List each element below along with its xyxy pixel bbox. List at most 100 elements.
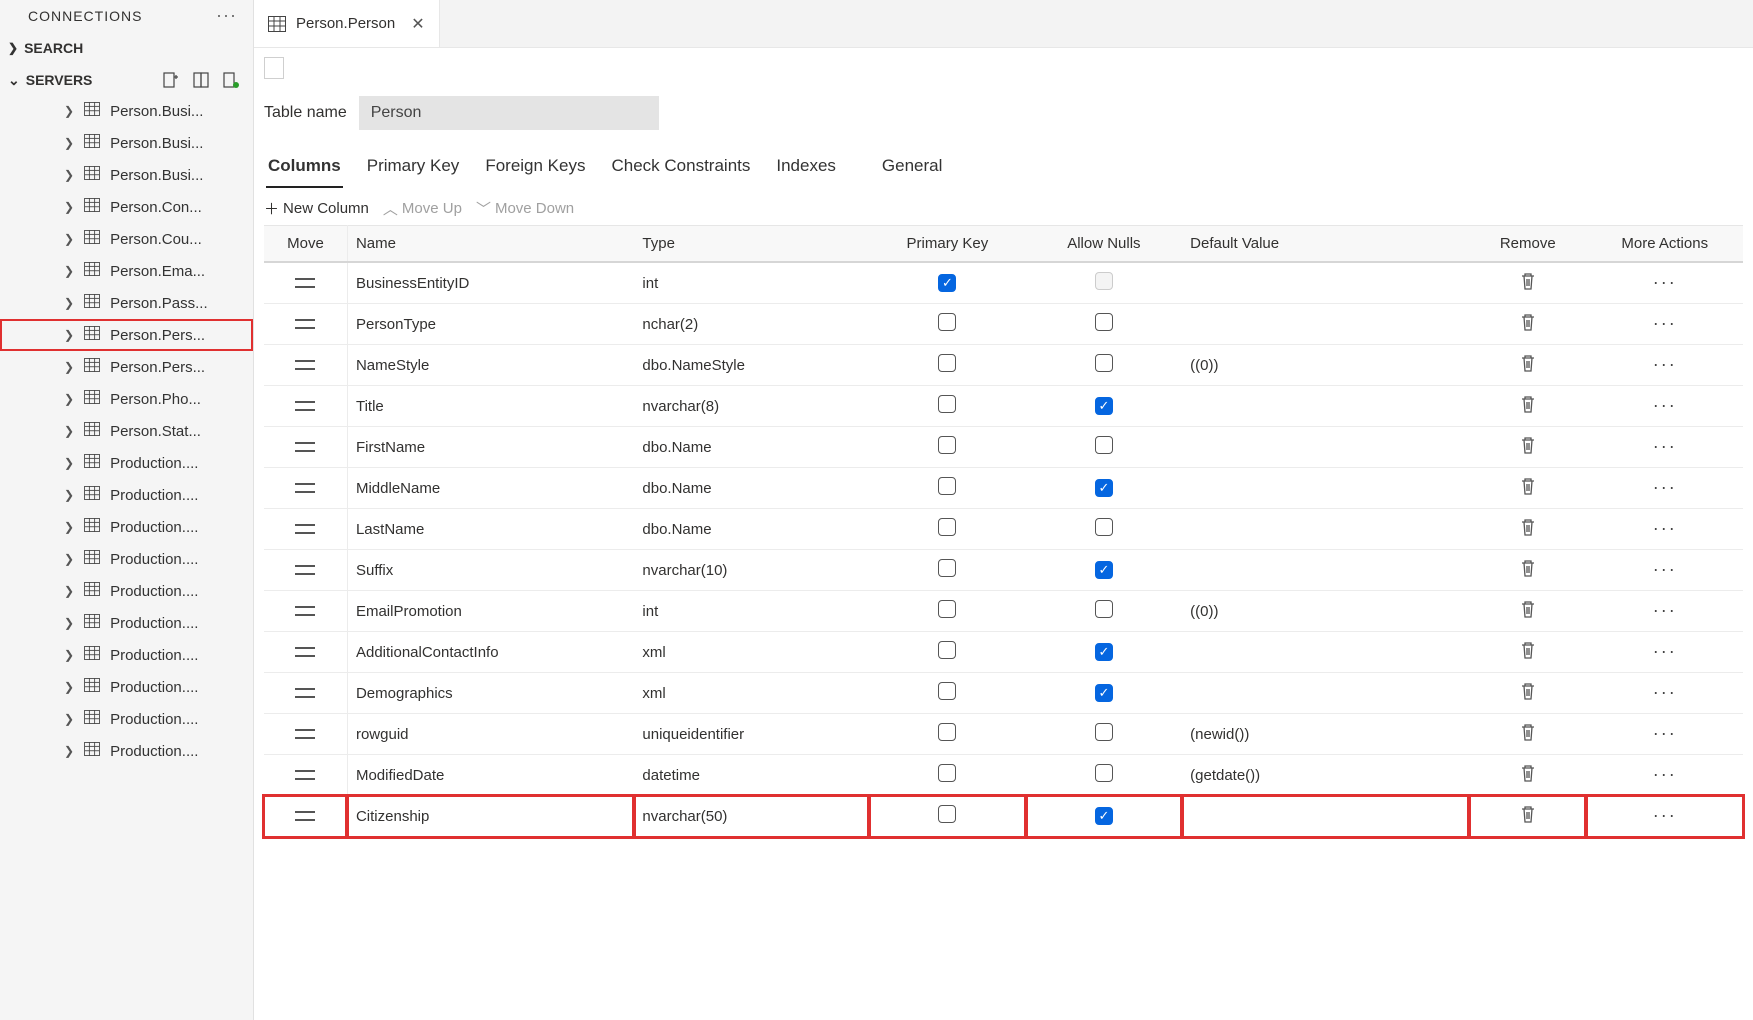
table-row[interactable]: EmailPromotionint((0))··· [264,591,1743,632]
cell-type[interactable]: int [634,591,869,632]
cell-type[interactable]: xml [634,673,869,714]
tree-item[interactable]: ❯Production.... [0,703,253,735]
checkbox[interactable] [938,436,956,454]
cell-default-value[interactable]: ((0)) [1182,345,1469,386]
cell-type[interactable]: dbo.Name [634,509,869,550]
tree-item[interactable]: ❯Production.... [0,575,253,607]
drag-handle-icon[interactable] [295,770,315,780]
cell-default-value[interactable] [1182,509,1469,550]
cell-name[interactable]: AdditionalContactInfo [347,632,634,673]
table-row[interactable]: BusinessEntityIDint✓··· [264,262,1743,304]
cell-default-value[interactable] [1182,427,1469,468]
table-row[interactable]: PersonTypenchar(2)··· [264,304,1743,345]
cell-name[interactable]: PersonType [347,304,634,345]
checkbox[interactable] [1095,272,1113,290]
active-connection-icon[interactable] [223,71,239,89]
cell-default-value[interactable] [1182,632,1469,673]
cell-default-value[interactable]: (newid()) [1182,714,1469,755]
cell-type[interactable]: int [634,262,869,304]
tree-item[interactable]: ❯Production.... [0,735,253,767]
tree-item[interactable]: ❯Person.Busi... [0,127,253,159]
more-actions-icon[interactable]: ··· [1653,805,1677,825]
checkbox[interactable] [1095,518,1113,536]
checkbox[interactable] [938,600,956,618]
cell-name[interactable]: LastName [347,509,634,550]
cell-name[interactable]: FirstName [347,427,634,468]
cell-type[interactable]: nvarchar(10) [634,550,869,591]
more-actions-icon[interactable]: ··· [1653,354,1677,374]
cell-name[interactable]: NameStyle [347,345,634,386]
table-row[interactable]: Demographicsxml✓··· [264,673,1743,714]
checkbox[interactable]: ✓ [938,274,956,292]
more-actions-icon[interactable]: ··· [1653,436,1677,456]
tree-item[interactable]: ❯Person.Pers... [0,351,253,383]
checkbox[interactable] [938,764,956,782]
tab-foreign-keys[interactable]: Foreign Keys [483,152,587,188]
trash-icon[interactable] [1519,811,1537,828]
close-icon[interactable]: ✕ [405,14,424,34]
cell-name[interactable]: rowguid [347,714,634,755]
tree-item[interactable]: ❯Person.Cou... [0,223,253,255]
checkbox[interactable]: ✓ [1095,807,1113,825]
drag-handle-icon[interactable] [295,606,315,616]
tree-item[interactable]: ❯Person.Pho... [0,383,253,415]
cell-type[interactable]: xml [634,632,869,673]
tab-primary-key[interactable]: Primary Key [365,152,462,188]
checkbox[interactable] [938,723,956,741]
more-actions-icon[interactable]: ··· [1653,559,1677,579]
table-row[interactable]: AdditionalContactInfoxml✓··· [264,632,1743,673]
cell-type[interactable]: nvarchar(50) [634,796,869,837]
checkbox[interactable] [938,805,956,823]
checkbox[interactable]: ✓ [1095,397,1113,415]
trash-icon[interactable] [1519,319,1537,336]
trash-icon[interactable] [1519,401,1537,418]
search-section[interactable]: ❯ SEARCH [0,31,253,65]
table-row[interactable]: FirstNamedbo.Name··· [264,427,1743,468]
checkbox[interactable] [938,518,956,536]
drag-handle-icon[interactable] [295,319,315,329]
tree-item[interactable]: ❯Production.... [0,607,253,639]
trash-icon[interactable] [1519,770,1537,787]
table-row[interactable]: MiddleNamedbo.Name✓··· [264,468,1743,509]
cell-default-value[interactable] [1182,796,1469,837]
new-column-button[interactable]: ＋ New Column [264,198,369,219]
trash-icon[interactable] [1519,360,1537,377]
table-name-input[interactable] [359,96,659,130]
more-actions-icon[interactable]: ··· [1653,641,1677,661]
cell-name[interactable]: MiddleName [347,468,634,509]
tree-item[interactable]: ❯Production.... [0,447,253,479]
checkbox[interactable] [938,682,956,700]
drag-handle-icon[interactable] [295,483,315,493]
table-row[interactable]: LastNamedbo.Name··· [264,509,1743,550]
checkbox[interactable] [1095,313,1113,331]
tree-item[interactable]: ❯Person.Stat... [0,415,253,447]
drag-handle-icon[interactable] [295,278,315,288]
connections-more-icon[interactable]: ··· [216,5,237,26]
table-row[interactable]: rowguiduniqueidentifier(newid())··· [264,714,1743,755]
trash-icon[interactable] [1519,524,1537,541]
checkbox[interactable] [938,313,956,331]
tab-indexes[interactable]: Indexes [774,152,838,188]
drag-handle-icon[interactable] [295,360,315,370]
table-row[interactable]: Citizenshipnvarchar(50)✓··· [264,796,1743,837]
cell-default-value[interactable] [1182,673,1469,714]
tab-columns[interactable]: Columns [266,152,343,188]
checkbox[interactable] [1095,764,1113,782]
script-icon[interactable] [264,57,284,79]
cell-type[interactable]: dbo.NameStyle [634,345,869,386]
tab-general[interactable]: General [880,152,944,188]
cell-name[interactable]: EmailPromotion [347,591,634,632]
trash-icon[interactable] [1519,688,1537,705]
trash-icon[interactable] [1519,483,1537,500]
editor-tab[interactable]: Person.Person ✕ [254,0,440,47]
tree-item[interactable]: ❯Person.Busi... [0,159,253,191]
checkbox[interactable] [1095,436,1113,454]
table-row[interactable]: Suffixnvarchar(10)✓··· [264,550,1743,591]
cell-name[interactable]: Suffix [347,550,634,591]
cell-default-value[interactable] [1182,262,1469,304]
cell-name[interactable]: BusinessEntityID [347,262,634,304]
move-up-button[interactable]: ︿ Move Up [383,198,462,219]
more-actions-icon[interactable]: ··· [1653,395,1677,415]
drag-handle-icon[interactable] [295,729,315,739]
drag-handle-icon[interactable] [295,647,315,657]
